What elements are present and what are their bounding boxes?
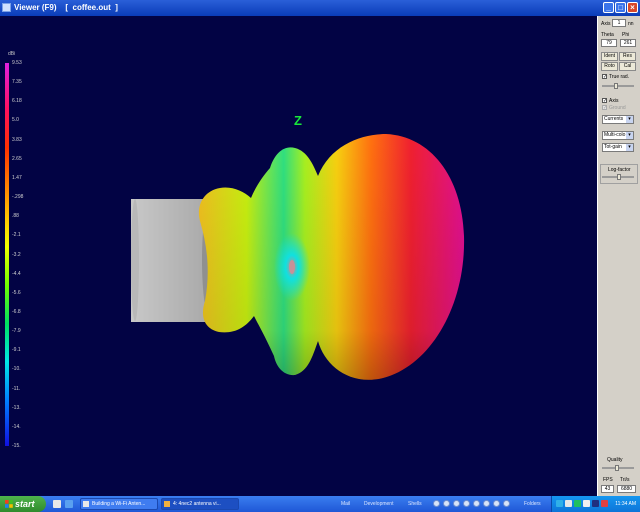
media-stop-icon[interactable]: [473, 500, 480, 507]
true-rad-checkbox[interactable]: ✓: [602, 74, 607, 80]
log-factor-label: Log-factor: [608, 167, 631, 173]
task-button-browser[interactable]: Building a Wi-Fi Anten...: [80, 498, 158, 510]
gain-type-select[interactable]: Tot-gain ▾: [602, 143, 634, 152]
true-rad-slider[interactable]: [602, 83, 634, 89]
start-label: start: [15, 499, 35, 509]
ident-button[interactable]: Ident: [601, 52, 618, 61]
network-icon[interactable]: [556, 500, 563, 507]
control-panel: Axis 1 nn Theta Phi 79 261 Ident Res Rot…: [597, 16, 640, 496]
chevron-down-icon: ▾: [626, 144, 633, 151]
tris-label: Tri/s: [620, 477, 630, 483]
log-factor-slider[interactable]: [602, 174, 634, 180]
task-label: 4: 4nec2 antenna vi...: [173, 501, 221, 507]
axis-label: Axis: [601, 21, 611, 27]
app-tray-icon[interactable]: [565, 500, 572, 507]
task-label: Building a Wi-Fi Anten...: [92, 501, 146, 507]
quality-label: Quality: [607, 457, 623, 463]
pattern-null-center: [289, 260, 295, 274]
gain-type-value: Tot-gain: [604, 144, 622, 150]
fps-value: 43: [601, 485, 614, 493]
fps-label: FPS: [603, 477, 613, 483]
toolbar-folders[interactable]: Folders: [524, 496, 541, 512]
media-pause-icon[interactable]: [463, 500, 470, 507]
media-play-icon[interactable]: [453, 500, 460, 507]
minimize-button[interactable]: _: [603, 2, 614, 13]
security-icon[interactable]: [574, 500, 581, 507]
res-button[interactable]: Res: [619, 52, 636, 61]
axis-check-label: Axis: [609, 98, 619, 104]
currents-select-value: Currents: [604, 116, 624, 122]
media-forward-icon[interactable]: [483, 500, 490, 507]
app-icon: [2, 3, 11, 12]
pattern-shading: [198, 134, 465, 380]
close-button[interactable]: ×: [627, 2, 638, 13]
display-icon[interactable]: [592, 500, 599, 507]
toolbar-mail[interactable]: Mail: [341, 496, 350, 512]
3d-viewport[interactable]: dBi 9.53 7.35 6.18 5.0 3.83 2.65 1.47 -.298.88-…: [0, 16, 597, 496]
toolbar-development[interactable]: Development: [364, 496, 393, 512]
roto-button[interactable]: Roto: [601, 62, 618, 71]
maximize-button[interactable]: □: [615, 2, 626, 13]
taskbar: start Building a Wi-Fi Anten... 4: 4nec2…: [0, 496, 640, 512]
media-prev-icon[interactable]: [433, 500, 440, 507]
ground-label: Ground: [609, 105, 626, 111]
z-axis-label: Z: [294, 113, 302, 128]
media-next-icon[interactable]: [493, 500, 500, 507]
color-mode-value: Multi-colo: [604, 132, 626, 138]
chevron-down-icon: ▾: [626, 116, 633, 123]
windows-logo-icon: [5, 500, 13, 508]
system-tray: 11:34 AM: [551, 496, 640, 512]
antenna-app-icon: [164, 501, 170, 507]
radiation-pattern[interactable]: [0, 16, 597, 496]
clock: 11:34 AM: [615, 501, 636, 507]
start-button[interactable]: start: [0, 496, 46, 512]
volume-icon[interactable]: [583, 500, 590, 507]
color-mode-select[interactable]: Multi-colo ▾: [602, 131, 634, 140]
theta-field[interactable]: 79: [601, 39, 617, 47]
theta-label: Theta: [601, 32, 614, 38]
window-title: Viewer (F9) [ coffee.out ]: [14, 3, 118, 12]
browser-icon[interactable]: [65, 500, 73, 508]
quality-slider[interactable]: [602, 465, 634, 471]
phi-field[interactable]: 261: [620, 39, 636, 47]
media-rewind-icon[interactable]: [443, 500, 450, 507]
axis-checkbox[interactable]: ✓: [602, 98, 607, 104]
currents-select[interactable]: Currents ▾: [602, 115, 634, 124]
toolbar-shells[interactable]: Shells: [408, 496, 422, 512]
browser-icon: [83, 501, 89, 507]
task-button-4nec2[interactable]: 4: 4nec2 antenna vi...: [161, 498, 239, 510]
cal-button[interactable]: Cal: [619, 62, 636, 71]
tris-value: 6880: [617, 485, 636, 493]
true-rad-label: True rad.: [609, 74, 630, 80]
media-volume-icon[interactable]: [503, 500, 510, 507]
ground-checkbox[interactable]: ✓: [602, 105, 607, 111]
show-desktop-icon[interactable]: [53, 500, 61, 508]
axis-field[interactable]: 1: [612, 19, 626, 27]
chevron-down-icon: ▾: [626, 132, 633, 139]
update-icon[interactable]: [601, 500, 608, 507]
phi-label: Phi: [622, 32, 630, 38]
nn-label: nn: [628, 21, 634, 27]
title-bar[interactable]: Viewer (F9) [ coffee.out ] _ □ ×: [0, 0, 640, 16]
